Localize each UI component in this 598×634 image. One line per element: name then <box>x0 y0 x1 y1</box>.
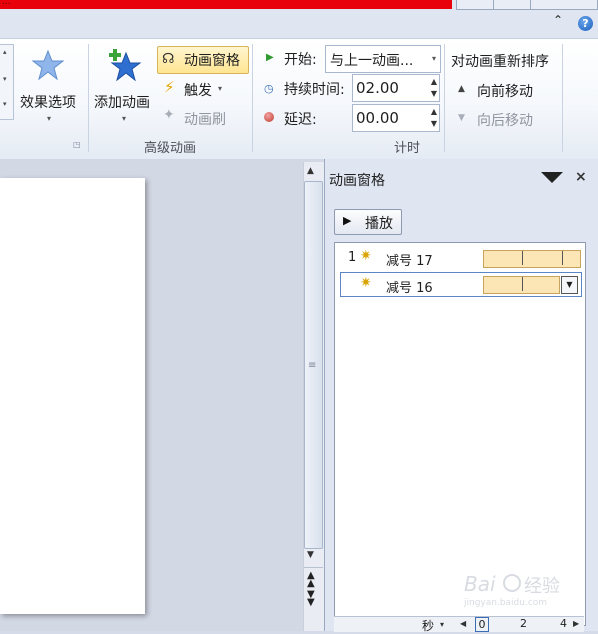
group-label-advanced: 高级动画 <box>143 141 196 156</box>
animation-painter-label: 动画刷 <box>184 112 226 128</box>
animation-painter-icon: ✦ <box>163 107 175 123</box>
timeline-tick <box>522 251 523 265</box>
timeline-scroll-right-icon[interactable]: ▶ <box>573 619 579 628</box>
timing-bar[interactable] <box>483 250 581 268</box>
divider <box>562 44 563 152</box>
spin-down-icon[interactable]: ▼ <box>431 89 437 98</box>
chevron-down-icon: ▾ <box>431 54 436 63</box>
duration-spinner[interactable]: 02.00 ▲ ▼ <box>352 74 440 102</box>
item-name: 减号 17 <box>386 254 433 269</box>
group-label-timing: 计时 <box>393 141 420 156</box>
help-icon[interactable]: ? <box>578 16 593 31</box>
start-value: 与上一动画... <box>330 53 414 69</box>
collapse-ribbon-icon[interactable]: ⌃ <box>553 13 563 27</box>
timeline-tick <box>562 251 563 265</box>
title-snippet: ... <box>2 0 11 7</box>
add-animation-icon[interactable] <box>107 48 142 82</box>
svg-text:经验: 经验 <box>524 576 560 597</box>
delay-spinner[interactable]: 00.00 ▲ ▼ <box>352 104 440 132</box>
item-name: 减号 16 <box>386 281 433 296</box>
spin-up-icon[interactable]: ▲ <box>431 77 437 86</box>
timeline-zero-marker[interactable]: 0 <box>475 617 489 632</box>
slide-canvas[interactable] <box>0 178 145 614</box>
move-later-button[interactable]: 向后移动 <box>477 110 533 130</box>
dialog-launcher-icon[interactable]: ◳ <box>73 140 81 149</box>
timeline-unit-label: 秒 <box>422 619 435 633</box>
previous-slide-icon[interactable]: ▲ ▲ <box>307 571 315 589</box>
red-title-strip <box>0 0 452 9</box>
scroll-down-icon[interactable]: ▼ <box>307 550 314 560</box>
effect-options-caret-icon[interactable]: ▾ <box>47 114 51 123</box>
pane-title: 动画窗格 <box>329 173 385 189</box>
timeline-tick-label: 4 <box>560 617 567 630</box>
item-dropdown-icon[interactable]: ▼ <box>561 276 578 294</box>
spin-up-icon[interactable]: ▲ <box>431 107 437 116</box>
scroll-up-icon[interactable]: ▲ <box>307 166 314 176</box>
animation-pane-icon: ☊ <box>162 51 175 67</box>
star-icon <box>31 49 65 81</box>
close-icon[interactable]: × <box>575 169 587 185</box>
next-slide-icon[interactable]: ▼ ▼ <box>307 590 315 608</box>
timing-bar[interactable] <box>483 276 560 294</box>
effect-star-icon: ✷ <box>360 275 372 291</box>
divider <box>444 44 445 152</box>
svg-text:Bai: Bai <box>464 572 496 596</box>
item-number: 1 <box>348 250 357 265</box>
watermark: Bai 经验 jingyan.baidu.com <box>463 567 584 608</box>
play-triangle-icon: ▶ <box>266 52 274 63</box>
divider <box>304 567 323 568</box>
start-label: 开始: <box>284 52 317 68</box>
duration-label: 持续时间: <box>284 82 345 98</box>
play-label: 播放 <box>365 216 393 232</box>
trigger-caret-icon[interactable]: ▾ <box>218 84 222 93</box>
spin-down-icon[interactable]: ▼ <box>431 119 437 128</box>
add-animation-caret-icon[interactable]: ▾ <box>122 114 126 123</box>
move-earlier-button[interactable]: 向前移动 <box>477 81 533 101</box>
minimize-button[interactable] <box>456 0 494 10</box>
reorder-title: 对动画重新排序 <box>451 54 549 70</box>
timeline-tick-label: 2 <box>520 617 527 630</box>
arrow-down-icon: ▼ <box>458 113 465 123</box>
delay-value: 00.00 <box>356 109 399 127</box>
lightning-icon: ⚡ <box>164 78 175 96</box>
timeline-ruler: 秒 ▾ ◀ 0 2 4 ▶ <box>334 616 584 633</box>
trigger-label[interactable]: 触发 <box>184 80 212 100</box>
divider <box>252 44 253 152</box>
maximize-button[interactable] <box>493 0 531 10</box>
svg-text:jingyan.baidu.com: jingyan.baidu.com <box>464 598 547 607</box>
pane-options-icon[interactable] <box>541 172 563 183</box>
list-item[interactable]: 1 ✷ 减号 17 <box>340 247 581 269</box>
start-dropdown[interactable]: 与上一动画... ▾ <box>325 45 441 73</box>
animation-gallery-scroll[interactable]: ▴ ▾ ▾ <box>0 44 14 120</box>
timeline-tick <box>522 277 523 291</box>
duration-value: 02.00 <box>356 79 399 97</box>
arrow-up-icon: ▲ <box>458 84 465 94</box>
animation-pane-label: 动画窗格 <box>184 53 240 69</box>
delay-icon <box>264 112 274 122</box>
clock-icon: ◷ <box>264 82 274 95</box>
close-button[interactable] <box>530 0 598 10</box>
list-item-selected[interactable]: ✷ 减号 16 ▼ <box>340 272 582 297</box>
timeline-unit-dropdown-icon[interactable]: ▾ <box>440 620 444 629</box>
play-button[interactable]: ▶ 播放 <box>334 209 402 235</box>
delay-label: 延迟: <box>284 112 317 128</box>
grip-icon: ≡ <box>308 360 317 371</box>
effect-star-icon: ✷ <box>360 248 372 264</box>
add-animation-label[interactable]: 添加动画 <box>94 92 150 112</box>
divider <box>88 44 89 152</box>
effect-options-label[interactable]: 效果选项 <box>20 92 76 112</box>
timeline-scroll-left-icon[interactable]: ◀ <box>460 619 466 628</box>
play-icon: ▶ <box>343 214 352 227</box>
